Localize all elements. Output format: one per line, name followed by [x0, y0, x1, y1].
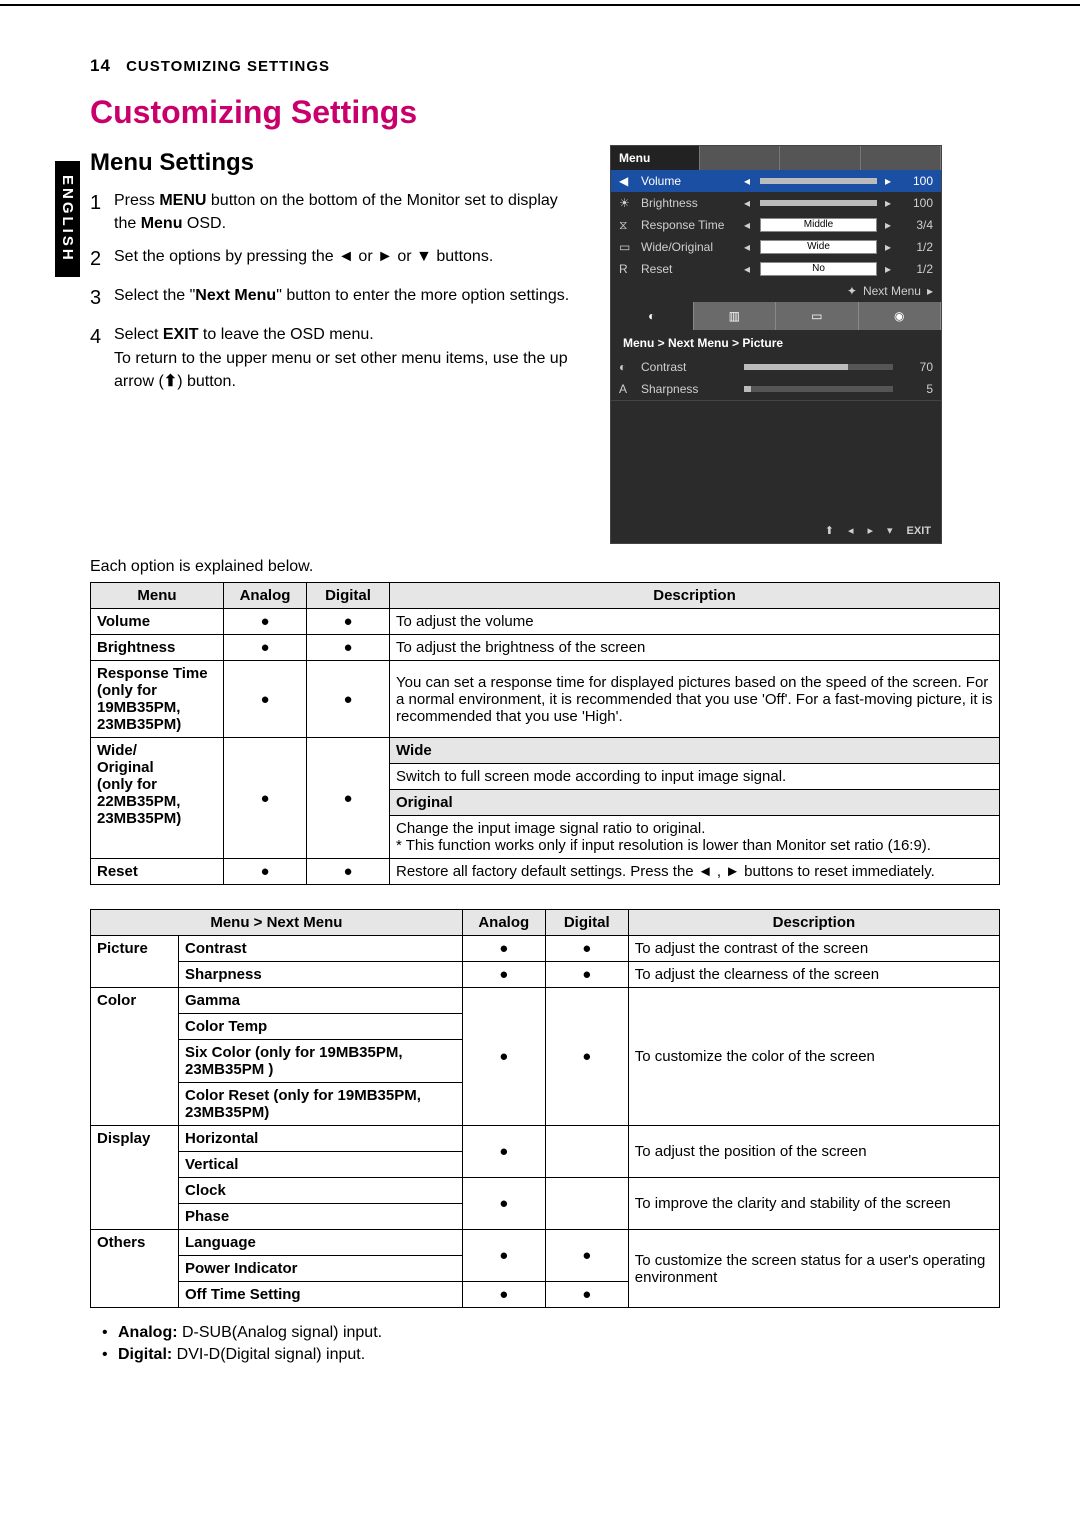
osd-cat-display-icon: ▭ [776, 302, 859, 330]
osd-cat-picture-icon: ▥ [694, 302, 777, 330]
options-table-2: Menu > Next Menu Analog Digital Descript… [90, 909, 1000, 1308]
explain-text: Each option is explained below. [90, 558, 1000, 576]
osd-next-menu: ✦Next Menu▸ [611, 280, 941, 302]
signal-notes: Analog: D-SUB(Analog signal) input. Digi… [90, 1324, 1000, 1364]
header-title: CUSTOMIZING SETTINGS [126, 58, 330, 75]
subtitle: Menu Settings [90, 149, 580, 177]
osd-cat-brightness-icon: ◐ [611, 302, 694, 330]
steps-list: 1Press MENU button on the bottom of the … [90, 189, 580, 393]
osd-tab-menu: Menu [611, 146, 700, 170]
options-table-1: Menu Analog Digital Description Volume●●… [90, 582, 1000, 885]
osd-preview: Menu ◀Volume◂▸100☀Brightness◂▸100⧖Respon… [610, 145, 942, 544]
page-number: 14 [90, 56, 111, 75]
osd-cat-others-icon: ◉ [859, 302, 942, 330]
osd-breadcrumb: Menu > Next Menu > Picture [611, 330, 941, 356]
language-tab: ENGLISH [55, 161, 80, 277]
page-header: 14 CUSTOMIZING SETTINGS [90, 56, 1000, 76]
title: Customizing Settings [90, 94, 1000, 131]
osd-up-icon: ⬆ [825, 524, 834, 537]
osd-footer: ⬆ ◂ ▸ ▾ EXIT [611, 400, 941, 543]
